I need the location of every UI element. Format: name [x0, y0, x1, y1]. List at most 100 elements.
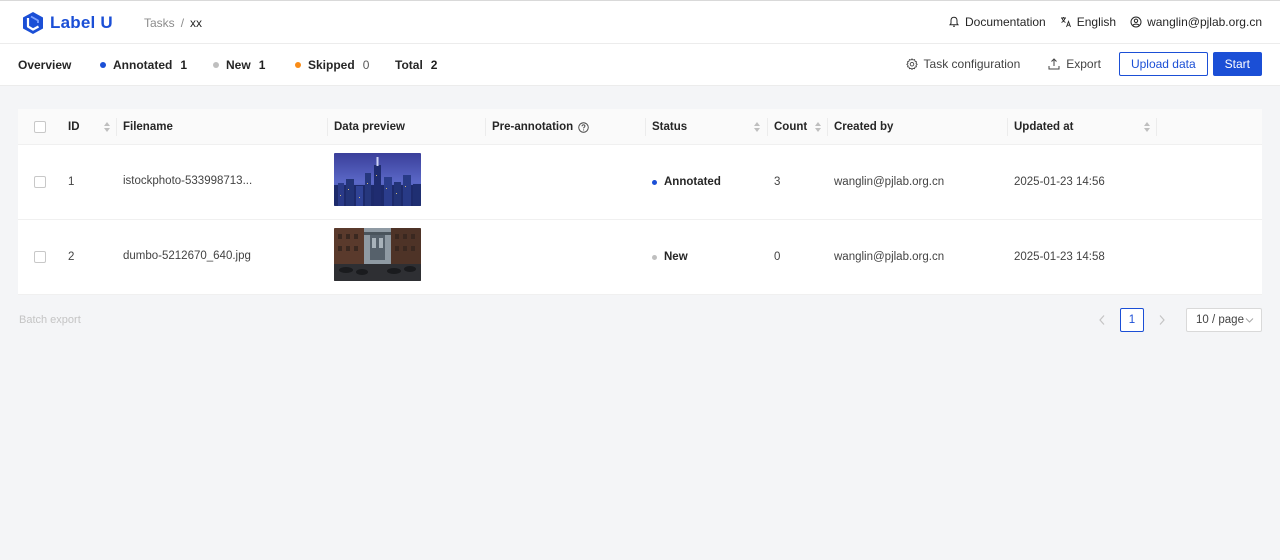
bell-icon — [949, 16, 959, 27]
logo-icon — [23, 12, 43, 34]
new-dot — [213, 62, 219, 68]
column-separator — [485, 118, 486, 136]
total-stat: Total 2 — [395, 58, 437, 72]
row-count: 0 — [774, 251, 781, 263]
new-count: 1 — [258, 58, 266, 72]
column-updated-at-label: Updated at — [1014, 121, 1074, 133]
column-separator — [767, 118, 768, 136]
column-status[interactable]: Status — [652, 109, 687, 145]
status-dot — [652, 179, 657, 185]
start-button[interactable]: Start — [1212, 52, 1262, 76]
status-badge: New — [652, 251, 688, 263]
column-status-label: Status — [652, 121, 688, 133]
skipped-count: 0 — [362, 58, 370, 72]
documentation-link[interactable]: Documentation — [948, 15, 1046, 29]
column-created-by-label: Created by — [834, 121, 894, 133]
column-data-preview: Data preview — [334, 109, 405, 145]
gear-icon — [905, 58, 918, 70]
column-separator — [1156, 118, 1157, 136]
count-sort-icon[interactable] — [814, 121, 822, 133]
user-menu[interactable]: wanglin@pjlab.org.cn — [1130, 15, 1262, 29]
row-updated-at: 2025-01-23 14:58 — [1014, 251, 1105, 263]
select-all-checkbox[interactable] — [34, 121, 46, 133]
total-count: 2 — [430, 58, 438, 72]
row-id: 2 — [68, 251, 75, 263]
status-badge: Annotated — [652, 176, 721, 188]
breadcrumb-separator: / — [180, 16, 185, 30]
column-filename-label: Filename — [123, 121, 173, 133]
table-row[interactable]: 1 istockphoto-533998713... Annotated 3 w… — [18, 145, 1262, 220]
user-icon — [1130, 16, 1142, 28]
annotated-label: Annotated — [113, 58, 173, 72]
page-number-button[interactable]: 1 — [1120, 308, 1144, 332]
id-sort-icon[interactable] — [103, 121, 111, 133]
page-size-value: 10 / page — [1196, 314, 1244, 326]
skipped-dot — [295, 62, 301, 68]
row-count: 3 — [774, 176, 781, 188]
column-separator — [327, 118, 328, 136]
street-bridge-thumbnail[interactable] — [334, 228, 421, 281]
column-pre-annotation: Pre-annotation — [492, 109, 589, 145]
row-checkbox[interactable] — [34, 251, 46, 263]
app-logo[interactable]: Label U — [22, 11, 113, 35]
column-updated-at[interactable]: Updated at — [1014, 109, 1073, 145]
export-button[interactable]: Export — [1048, 57, 1101, 71]
column-separator — [116, 118, 117, 136]
overview-stat[interactable]: Overview — [18, 58, 71, 72]
breadcrumb: Tasks / xx — [144, 16, 202, 30]
status-label: New — [664, 251, 688, 263]
column-created-by: Created by — [834, 109, 893, 145]
annotated-stat[interactable]: Annotated 1 — [100, 58, 187, 72]
row-created-by: wanglin@pjlab.org.cn — [834, 176, 945, 188]
total-label: Total — [395, 58, 423, 72]
status-dot — [652, 254, 657, 260]
export-label: Export — [1066, 57, 1101, 71]
translate-icon — [1060, 17, 1071, 28]
language-label: English — [1076, 15, 1117, 29]
row-checkbox[interactable] — [34, 176, 46, 188]
breadcrumb-tasks-link[interactable]: Tasks — [144, 16, 175, 30]
skipped-stat[interactable]: Skipped 0 — [295, 58, 369, 72]
annotated-count: 1 — [180, 58, 188, 72]
samples-table: ID Filename Data preview Pre-annotation … — [18, 109, 1262, 295]
city-skyline-thumbnail[interactable] — [334, 153, 421, 206]
updated-at-sort-icon[interactable] — [1143, 121, 1151, 133]
new-label: New — [226, 58, 251, 72]
status-sort-icon[interactable] — [753, 121, 761, 133]
app-name: Label U — [50, 13, 113, 32]
top-right-menu: Documentation English wanglin@pjlab.org.… — [948, 15, 1262, 29]
row-filename: istockphoto-533998713... — [123, 175, 253, 187]
new-stat[interactable]: New 1 — [213, 58, 265, 72]
table-row[interactable]: 2 dumbo-5212670_640.jpg New 0 wanglin@pj… — [18, 220, 1262, 295]
row-id: 1 — [68, 176, 75, 188]
task-configuration-label: Task configuration — [923, 57, 1021, 71]
column-id[interactable]: ID — [68, 109, 80, 145]
export-icon — [1048, 58, 1060, 70]
column-pre-annotation-label: Pre-annotation — [492, 121, 574, 133]
column-separator — [645, 118, 646, 136]
skipped-label: Skipped — [308, 58, 355, 72]
table-header: ID Filename Data preview Pre-annotation … — [18, 109, 1262, 145]
breadcrumb-current: xx — [190, 16, 203, 30]
upload-data-button[interactable]: Upload data — [1118, 52, 1208, 76]
annotated-dot — [100, 62, 106, 68]
row-updated-at: 2025-01-23 14:56 — [1014, 176, 1105, 188]
chevron-down-icon — [1245, 318, 1254, 323]
page-size-select[interactable]: 10 / page — [1186, 308, 1262, 332]
chevron-right-icon[interactable] — [1158, 314, 1166, 326]
pagination: 1 10 / page — [0, 308, 1280, 332]
column-count[interactable]: Count — [774, 109, 807, 145]
top-navbar: Label U Tasks / xx Documentation English — [0, 0, 1280, 44]
row-filename: dumbo-5212670_640.jpg — [123, 250, 251, 262]
task-configuration-button[interactable]: Task configuration — [905, 57, 1021, 71]
language-switch[interactable]: English — [1060, 15, 1116, 29]
user-email: wanglin@pjlab.org.cn — [1147, 15, 1262, 29]
chevron-left-icon[interactable] — [1098, 314, 1106, 326]
column-id-label: ID — [68, 121, 80, 133]
column-data-preview-label: Data preview — [334, 121, 405, 133]
status-label: Annotated — [664, 176, 721, 188]
column-separator — [1007, 118, 1008, 136]
task-actions: Task configuration Export Upload data St… — [905, 52, 1262, 76]
row-created-by: wanglin@pjlab.org.cn — [834, 251, 945, 263]
help-circle-icon[interactable] — [578, 121, 589, 133]
